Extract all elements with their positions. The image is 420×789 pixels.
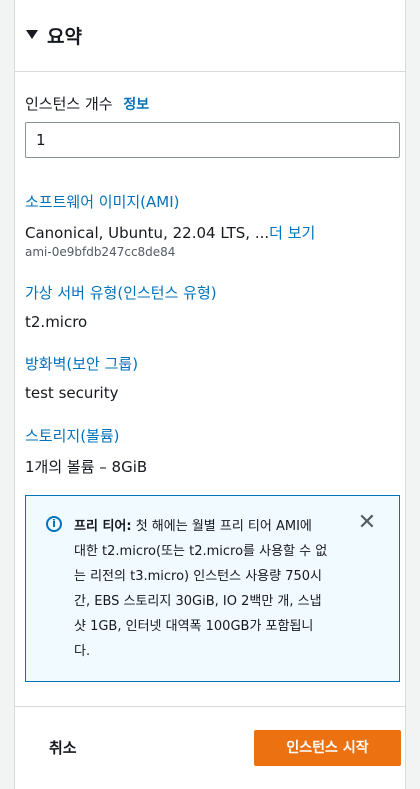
instance-count-label: 인스턴스 개수 정보 [25, 93, 149, 114]
alert-line-3: 는 리전의 t3.micro) 인스턴스 사용량 750시 [74, 569, 323, 584]
instance-type-value: t2.micro [25, 313, 88, 331]
info-link[interactable]: 정보 [123, 97, 149, 113]
caret-down-icon[interactable] [26, 30, 38, 39]
panel-title: 요약 [47, 26, 82, 48]
alert-line-6: 다. [74, 644, 91, 659]
free-tier-alert: i 프리 티어: 첫 해에는 월별 프리 티어 AMI에 대한 t2.micro… [25, 495, 400, 682]
storage-value: 1개의 볼륨 – 8GiB [25, 458, 148, 476]
ami-value: Canonical, Ubuntu, 22.04 LTS, ...더 보기 [25, 222, 315, 243]
instance-type-heading-link[interactable]: 가상 서버 유형(인스턴스 유형) [25, 282, 217, 303]
info-icon: i [46, 516, 62, 532]
ami-id: ami-0e9bfdb247cc8de84 [25, 245, 176, 259]
alert-line-4: 간, EBS 스토리지 30GiB, IO 2백만 개, 스냅 [74, 594, 322, 609]
firewall-heading-link[interactable]: 방화벽(보안 그룹) [25, 353, 138, 374]
alert-line-5: 샷 1GB, 인터넷 대역폭 100GB가 포함됩니 [74, 619, 314, 634]
cancel-button[interactable]: 취소 [49, 737, 77, 758]
ami-value-text: Canonical, Ubuntu, 22.04 LTS, ... [25, 224, 270, 242]
launch-instance-button[interactable]: 인스턴스 시작 [254, 730, 401, 766]
alert-line-2: 대한 t2.micro(또는 t2.micro를 사용할 수 없 [74, 544, 328, 559]
firewall-value: test security [25, 384, 119, 402]
alert-line-1: 첫 해에는 월별 프리 티어 AMI에 [131, 519, 312, 534]
summary-header[interactable]: 요약 [15, 0, 405, 72]
instance-count-input[interactable]: 1 [25, 122, 400, 158]
more-link[interactable]: 더 보기 [269, 224, 315, 242]
instance-count-label-text: 인스턴스 개수 [25, 95, 113, 113]
close-icon[interactable]: ✕ [356, 512, 378, 534]
alert-text: 프리 티어: 첫 해에는 월별 프리 티어 AMI에 대한 t2.micro(또… [74, 514, 358, 664]
footer-divider [15, 706, 405, 707]
summary-panel: 요약 인스턴스 개수 정보 1 소프트웨어 이미지(AMI) Canonical… [14, 0, 406, 789]
alert-title: 프리 티어: [74, 519, 132, 534]
storage-heading-link[interactable]: 스토리지(볼륨) [25, 425, 120, 446]
ami-heading-link[interactable]: 소프트웨어 이미지(AMI) [25, 191, 180, 212]
